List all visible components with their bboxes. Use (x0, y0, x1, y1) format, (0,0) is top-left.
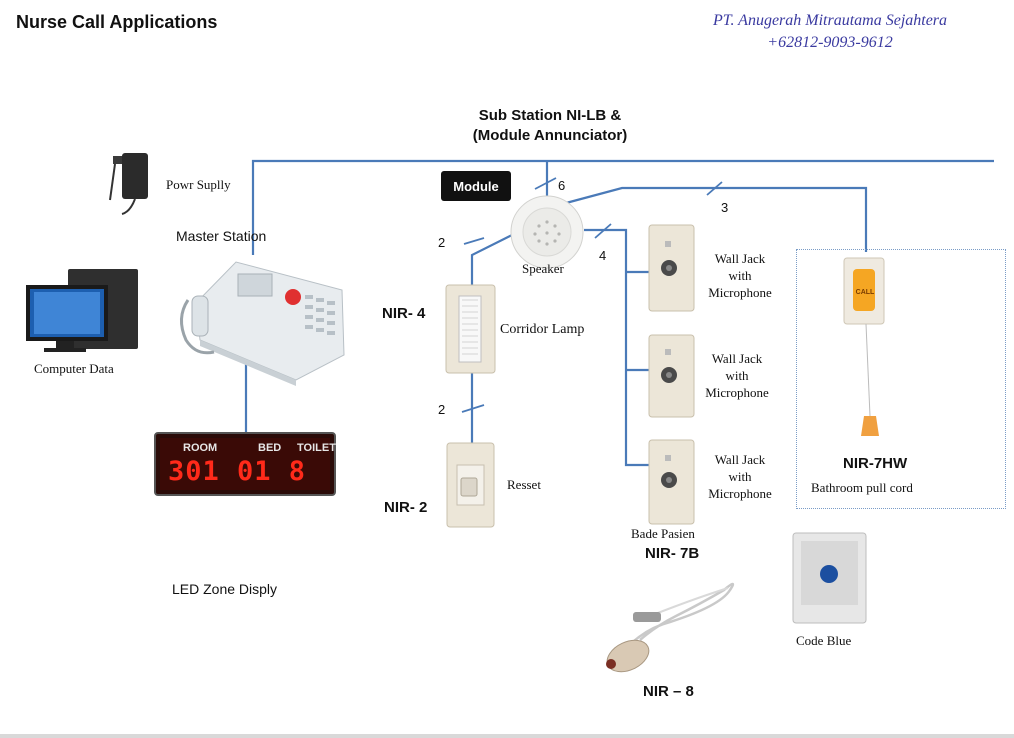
corridor-lamp-label: Corridor Lamp (500, 322, 585, 337)
wire-count-bathroom: 3 (721, 200, 729, 215)
nir7b-code: NIR- 7B (645, 545, 700, 562)
master-station-label: Master Station (176, 228, 267, 244)
reset-switch-icon (446, 442, 495, 528)
wall-jack-2-label: Wall Jack with Microphone (697, 350, 777, 401)
wire-count-walljacks: 4 (599, 248, 607, 263)
tick-to-module (534, 177, 557, 190)
led-room-label: ROOM (183, 442, 218, 454)
bathroom-zone-box (796, 249, 1006, 509)
walljack-trunk-wire (584, 228, 650, 467)
nir8-code: NIR – 8 (643, 683, 694, 700)
bathroom-wire (565, 186, 868, 252)
wall-jack-3-label: Wall Jack with Microphone (700, 451, 780, 502)
wall-jack-2-line2: with (725, 368, 749, 383)
wall-jack-2-icon (648, 334, 695, 418)
speaker-label: Speaker (522, 261, 564, 276)
wire-count-module: 6 (558, 178, 566, 193)
corridor-lamp-icon (445, 284, 496, 374)
wire-count-corridor: 2 (438, 235, 446, 250)
wall-jack-3-icon (648, 439, 695, 525)
tick-to-corridor (463, 237, 485, 245)
wall-jack-3-line1: Wall Jack (714, 452, 766, 467)
led-zone-display-label: LED Zone Disply (172, 581, 278, 597)
wire-count-reset: 2 (438, 402, 446, 417)
speaker-icon (510, 195, 584, 269)
wall-jack-1-line3: Microphone (708, 285, 772, 300)
power-supply-label: Powr Suplly (166, 177, 231, 192)
reset-label: Resset (507, 477, 541, 492)
led-digits: 301 01 8 (168, 456, 307, 487)
computer-data-label: Computer Data (34, 361, 114, 376)
nir8-handset-icon (606, 582, 735, 673)
wall-jack-1-label: Wall Jack with Microphone (700, 250, 780, 301)
main-bus-wire (251, 159, 994, 255)
wall-jack-1-line2: with (728, 268, 752, 283)
wall-jack-2-line3: Microphone (705, 385, 769, 400)
wall-jack-3-line3: Microphone (708, 486, 772, 501)
bed-patient-label: Bade Pasien (631, 526, 695, 541)
wall-jack-2-line1: Wall Jack (711, 351, 763, 366)
power-supply-icon (109, 153, 148, 215)
led-toilet-label: TOILET (297, 442, 336, 454)
code-blue-label: Code Blue (796, 633, 852, 648)
nir4-code: NIR- 4 (382, 305, 426, 322)
module-box: Module (441, 171, 511, 201)
code-blue-icon (792, 532, 867, 624)
wall-jack-1-icon (648, 224, 695, 312)
wall-jack-1-line1: Wall Jack (714, 251, 766, 266)
corridor-wire (470, 234, 513, 287)
led-bed-label: BED (258, 442, 282, 454)
computer-icon (26, 269, 138, 352)
nir2-code: NIR- 2 (384, 499, 428, 516)
wall-jack-3-line2: with (728, 469, 752, 484)
master-station-icon (180, 261, 345, 386)
